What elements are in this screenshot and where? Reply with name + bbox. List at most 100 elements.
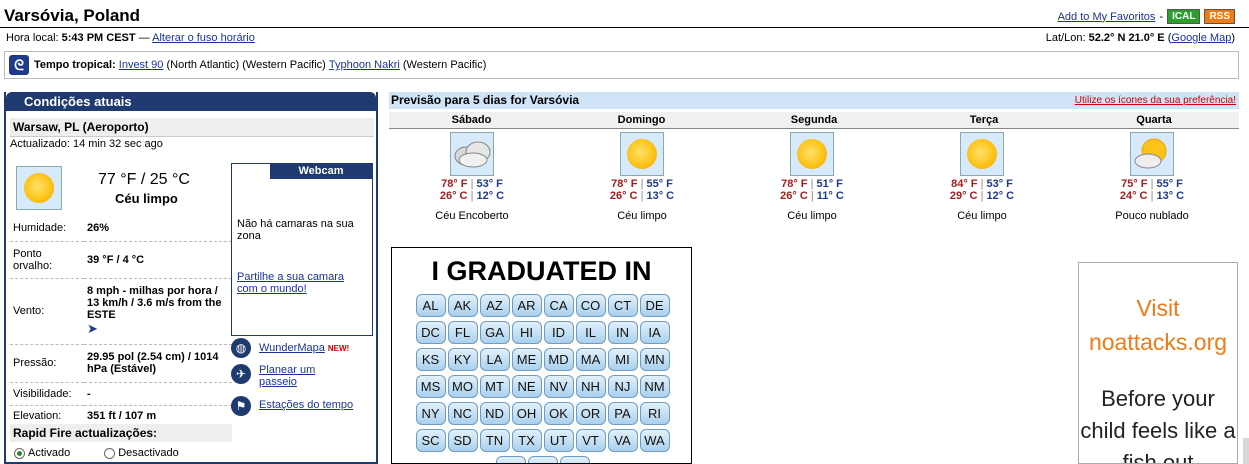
state-button[interactable]: CA: [543, 294, 574, 317]
forecast-title: Previsão para 5 dias for Varsóvia: [391, 93, 580, 107]
state-button[interactable]: IN: [607, 321, 638, 344]
state-button[interactable]: TN: [479, 429, 510, 452]
current-condition: Céu limpo: [115, 191, 178, 206]
state-button[interactable]: WA: [639, 429, 670, 452]
add-favorites-link[interactable]: Add to My Favoritos: [1058, 11, 1156, 23]
state-button[interactable]: MI: [607, 348, 638, 371]
state-button[interactable]: SC: [415, 429, 446, 452]
radio-label: Activado: [28, 447, 71, 459]
weather-station-icon: ⚑: [231, 396, 251, 416]
plan-trip-link[interactable]: Planear um passeio: [259, 364, 339, 388]
low-f: 55° F: [1156, 178, 1183, 190]
state-button[interactable]: SD: [447, 429, 478, 452]
state-button[interactable]: RI: [639, 402, 670, 425]
rss-button[interactable]: RSS: [1204, 9, 1235, 24]
day-condition: Céu Encoberto: [435, 210, 509, 222]
low-c: 12° C: [476, 190, 505, 202]
state-button[interactable]: MA: [575, 348, 606, 371]
day-name: Terça: [969, 114, 999, 126]
storm-link-nakri[interactable]: Typhoon Nakri: [329, 59, 400, 71]
table-row: Vento: 8 mph - milhas por hora / 13 km/h…: [10, 278, 232, 345]
radio-activated[interactable]: Activado: [14, 447, 70, 459]
state-button[interactable]: UT: [543, 429, 574, 452]
state-button[interactable]: KY: [447, 348, 478, 371]
state-button[interactable]: IL: [575, 321, 606, 344]
state-button[interactable]: AR: [511, 294, 542, 317]
state-button[interactable]: LA: [479, 348, 510, 371]
noattacks-ad[interactable]: Visit noattacks.org Before your child fe…: [1078, 262, 1238, 464]
low-f: 55° F: [646, 178, 673, 190]
state-button[interactable]: WI: [527, 456, 558, 463]
state-button[interactable]: DE: [639, 294, 670, 317]
state-button[interactable]: AK: [447, 294, 478, 317]
state-button[interactable]: FL: [447, 321, 478, 344]
radio-deactivated[interactable]: Desactivado: [104, 447, 179, 459]
weather-stations-link[interactable]: Estações do tempo: [259, 399, 353, 411]
storm-link-invest-90[interactable]: Invest 90: [119, 59, 164, 71]
high-f: 78° F: [781, 178, 808, 190]
radio-unchecked-icon[interactable]: [104, 447, 116, 459]
low-f: 51° F: [816, 178, 843, 190]
radio-checked-icon[interactable]: [14, 447, 25, 459]
ical-button[interactable]: ICAL: [1167, 9, 1201, 24]
state-button[interactable]: ND: [479, 402, 510, 425]
state-button[interactable]: GA: [479, 321, 510, 344]
scrollbar[interactable]: [1243, 438, 1249, 464]
state-button[interactable]: TX: [511, 429, 542, 452]
state-button[interactable]: DC: [415, 321, 446, 344]
state-button[interactable]: ID: [543, 321, 574, 344]
state-button[interactable]: PA: [607, 402, 638, 425]
forecast-day-tuesday: 84° F | 53° F 29° C | 12° C Céu limpo: [897, 132, 1067, 222]
low-f: 53° F: [476, 178, 503, 190]
state-button[interactable]: NY: [415, 402, 446, 425]
state-button[interactable]: MT: [479, 375, 510, 398]
state-button[interactable]: MD: [543, 348, 574, 371]
state-button[interactable]: OK: [543, 402, 574, 425]
google-map-link[interactable]: Google Map: [1171, 32, 1231, 44]
state-button[interactable]: WV: [495, 456, 526, 463]
state-button[interactable]: MS: [415, 375, 446, 398]
state-button[interactable]: KS: [415, 348, 446, 371]
plan-trip-item[interactable]: ✈ Planear um passeio: [231, 364, 339, 388]
state-button[interactable]: NE: [511, 375, 542, 398]
state-button[interactable]: NV: [543, 375, 574, 398]
state-button[interactable]: OH: [511, 402, 542, 425]
state-button[interactable]: IA: [639, 321, 670, 344]
wundermap-item[interactable]: ◍ WunderMapa NEW!: [231, 338, 349, 358]
state-button[interactable]: CT: [607, 294, 638, 317]
high-f: 78° F: [611, 178, 638, 190]
cloudy-icon: [450, 132, 494, 176]
state-button[interactable]: VT: [575, 429, 606, 452]
state-button[interactable]: AL: [415, 294, 446, 317]
state-button[interactable]: AZ: [479, 294, 510, 317]
state-button[interactable]: VA: [607, 429, 638, 452]
rapid-fire-toggle: Activado Desactivado: [14, 447, 179, 459]
ad-body-text: Before your child feels like a fish out: [1080, 386, 1236, 464]
state-button[interactable]: MN: [639, 348, 670, 371]
weather-stations-item[interactable]: ⚑ Estações do tempo: [231, 396, 353, 416]
share-webcam-link[interactable]: Partilhe a sua camara com o mundo!: [237, 271, 367, 295]
icon-preference-link[interactable]: Utilize os ícones da sua preferência!: [1075, 92, 1236, 109]
state-button[interactable]: CO: [575, 294, 606, 317]
wundermap-link[interactable]: WunderMapa: [259, 342, 325, 354]
change-timezone-link[interactable]: Alterar o fuso horário: [152, 32, 255, 44]
state-button[interactable]: WY: [559, 456, 590, 463]
state-button[interactable]: HI: [511, 321, 542, 344]
state-button[interactable]: NJ: [607, 375, 638, 398]
table-row: Ponto orvalho: 39 °F / 4 °C: [10, 241, 232, 279]
paren: ): [1231, 32, 1235, 44]
day-condition: Céu limpo: [787, 210, 837, 222]
station-name: Warsaw, PL (Aeroporto): [10, 118, 374, 137]
state-button[interactable]: NM: [639, 375, 670, 398]
state-button[interactable]: MO: [447, 375, 478, 398]
webcam-box: Webcam Não há camaras na sua zona Partil…: [231, 163, 373, 336]
wind-direction-icon: ➤: [87, 321, 98, 336]
graduated-ad[interactable]: I GRADUATED IN AL AK AZ AR CA CO CT DE DC FL GA HI I…: [391, 247, 692, 464]
state-button[interactable]: NH: [575, 375, 606, 398]
state-button[interactable]: NC: [447, 402, 478, 425]
forecast-header: Previsão para 5 dias for Varsóvia Utiliz…: [389, 92, 1239, 109]
webcam-message: Não há camaras na sua zona: [237, 218, 354, 242]
state-button[interactable]: ME: [511, 348, 542, 371]
table-row: Pressão: 29.95 pol (2.54 cm) / 1014 hPa …: [10, 344, 232, 383]
state-button[interactable]: OR: [575, 402, 606, 425]
